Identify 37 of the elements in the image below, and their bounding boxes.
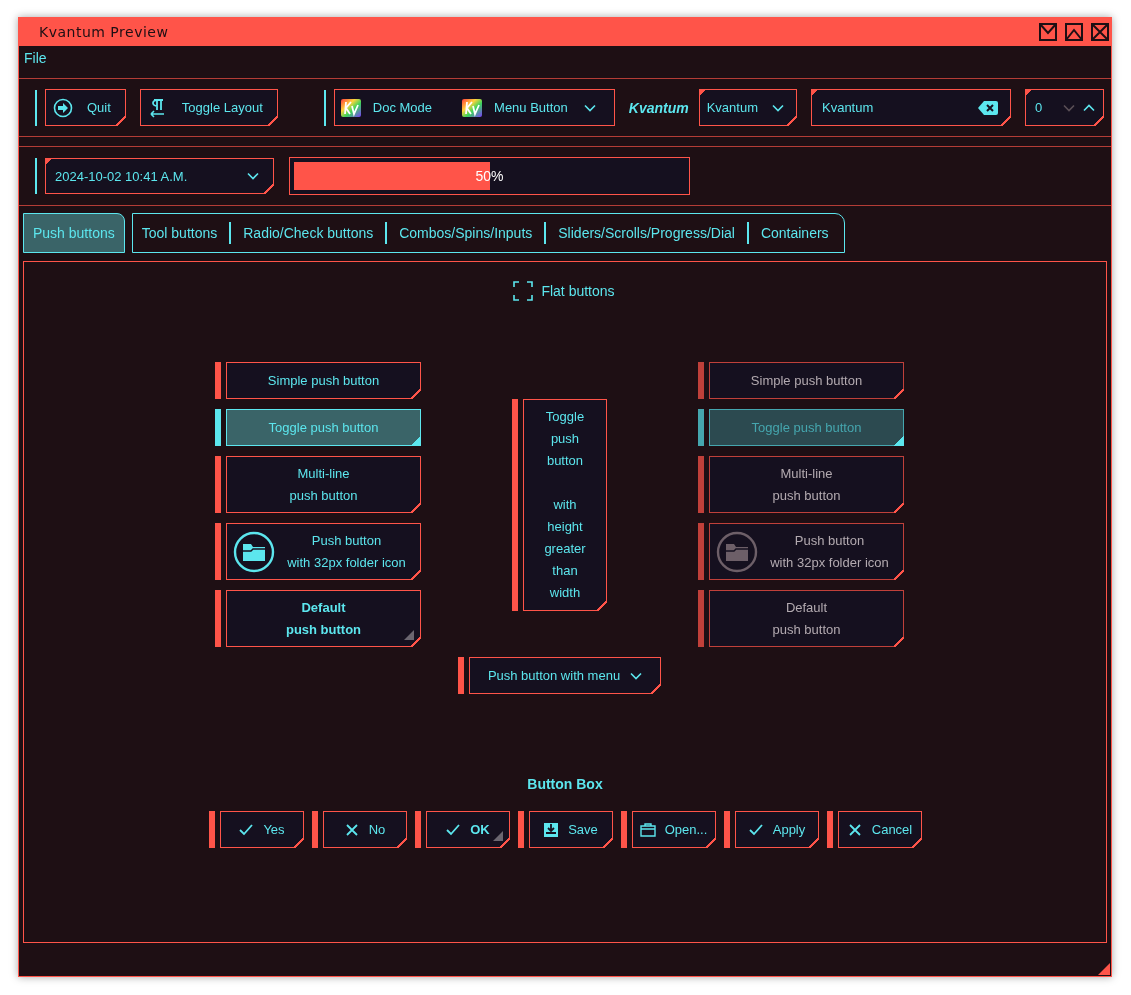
cross-icon	[846, 821, 863, 838]
date-time-field[interactable]: 2024-10-02 10:41 A.M.	[45, 158, 274, 194]
chevron-up-icon[interactable]	[1083, 103, 1095, 112]
toolbar-button[interactable]: Toggle Layout	[139, 89, 278, 126]
chevron-down-icon	[583, 103, 596, 112]
flat-buttons-checkbox[interactable]: Flat buttons	[513, 281, 617, 301]
tab[interactable]: Tool buttons	[135, 222, 230, 244]
chevron-down-icon	[772, 103, 784, 112]
chevron-down-icon	[630, 671, 643, 680]
cross-icon	[343, 821, 360, 838]
chevron-down-icon	[247, 172, 259, 180]
tab[interactable]: Push buttons	[23, 213, 125, 253]
maximize-icon	[1065, 23, 1083, 41]
combo-box[interactable]: Kvantum	[698, 89, 797, 126]
folder-icon	[233, 530, 275, 573]
close-icon	[1091, 23, 1109, 41]
default-corner-icon	[404, 630, 414, 640]
briefcase-icon	[639, 821, 656, 838]
tab[interactable]: Sliders/Scrolls/Progress/Dial	[544, 222, 747, 244]
default-corner-icon	[492, 831, 503, 841]
spin-box[interactable]: 0	[1025, 89, 1104, 126]
folder-icon	[716, 530, 758, 573]
toolbar-label: Kvantum	[628, 99, 689, 116]
minimize-icon	[1039, 23, 1057, 41]
menu-item[interactable]: File	[24, 50, 47, 66]
tab[interactable]: Radio/Check buttons	[229, 222, 386, 244]
group-title: Button Box	[527, 776, 603, 792]
checkbox-icon	[513, 281, 534, 301]
clear-icon	[978, 100, 998, 115]
tab[interactable]: Containers	[746, 222, 841, 244]
window-title: Kvantum Preview	[39, 24, 169, 40]
app-logo-icon	[340, 98, 361, 117]
text-field[interactable]: Kvantum	[811, 89, 1011, 126]
tab[interactable]: Combos/Spins/Inputs	[385, 222, 545, 244]
download-tray-icon	[543, 821, 560, 838]
app-logo-icon	[462, 98, 483, 117]
toolbar-button[interactable]: Quit	[45, 89, 126, 126]
